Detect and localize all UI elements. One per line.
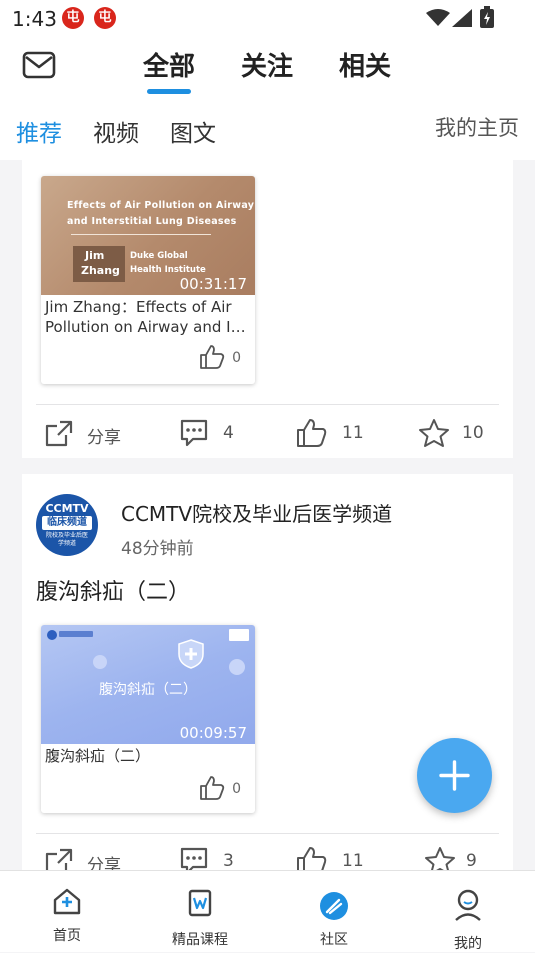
thumb-like-count: 0 xyxy=(232,350,241,366)
video-duration: 00:09:57 xyxy=(179,724,247,742)
nav-label: 社区 xyxy=(320,932,348,948)
speaker-name: Zhang xyxy=(81,264,120,277)
notification-app-icon: 屯 xyxy=(94,7,116,29)
like-count: 11 xyxy=(342,851,364,871)
divider xyxy=(36,404,499,405)
school-logo-icon xyxy=(47,630,57,640)
post-time: 48分钟前 xyxy=(121,539,194,559)
decor-bubble xyxy=(229,659,245,675)
community-icon xyxy=(320,892,348,920)
battery-icon xyxy=(480,6,494,28)
avatar-text: 院校及毕业后医学频道 xyxy=(45,532,88,547)
nav-community[interactable]: 社区 xyxy=(284,871,384,952)
like-icon[interactable] xyxy=(199,775,225,801)
thumb-like-count: 0 xyxy=(232,781,241,797)
video-title: 腹沟斜疝（二） xyxy=(45,747,151,765)
notification-app-icon: 屯 xyxy=(62,7,84,29)
profile-icon xyxy=(455,889,481,921)
video-thumbnail: 腹沟斜疝（二） 00:09:57 xyxy=(41,625,255,744)
nav-label: 首页 xyxy=(53,928,81,944)
tab-related[interactable]: 相关 xyxy=(339,46,391,83)
star-icon xyxy=(419,419,449,447)
slide-title-line: Effects of Air Pollution on Airway xyxy=(67,200,255,211)
create-post-button[interactable] xyxy=(417,738,492,813)
comment-count: 3 xyxy=(223,851,234,871)
top-header: 全部 关注 相关 推荐 视频 图文 我的主页 xyxy=(0,36,535,160)
share-icon xyxy=(45,420,73,447)
share-button[interactable]: 分享 xyxy=(44,418,154,448)
wifi-icon xyxy=(426,9,450,26)
favorite-count: 9 xyxy=(466,851,477,871)
my-homepage-link[interactable]: 我的主页 xyxy=(435,112,519,142)
institute-label: Health Institute xyxy=(130,265,206,275)
plus-icon xyxy=(439,760,470,791)
like-count: 11 xyxy=(342,423,364,443)
active-tab-indicator xyxy=(147,89,191,94)
status-bar: 1:43 屯 屯 xyxy=(0,0,535,36)
avatar[interactable]: CCMTV 临床频道 院校及毕业后医学频道 xyxy=(36,494,98,556)
slide-title: 腹沟斜疝（二） xyxy=(99,682,197,698)
tab-following[interactable]: 关注 xyxy=(241,46,293,83)
like-icon xyxy=(297,419,327,447)
share-label: 分享 xyxy=(87,428,121,448)
nav-label: 精品课程 xyxy=(172,932,228,948)
author-name[interactable]: CCMTV院校及毕业后医学频道 xyxy=(121,498,392,527)
nav-profile[interactable]: 我的 xyxy=(418,871,518,952)
medical-shield-icon xyxy=(178,639,204,669)
nav-label: 我的 xyxy=(454,936,482,952)
home-plus-icon xyxy=(53,888,81,915)
avatar-text: CCMTV xyxy=(45,502,89,515)
post-card: Effects of Air Pollution on Airway and I… xyxy=(22,160,513,458)
decor-bubble xyxy=(93,655,107,669)
video-duration: 00:31:17 xyxy=(179,275,247,293)
comment-button[interactable]: 4 xyxy=(179,418,249,448)
favorite-button[interactable]: 10 xyxy=(418,418,508,448)
signal-icon xyxy=(452,9,472,27)
subtab-video[interactable]: 视频 xyxy=(93,114,139,148)
tab-all[interactable]: 全部 xyxy=(143,46,195,83)
status-time: 1:43 xyxy=(12,7,57,31)
course-icon xyxy=(188,889,212,917)
favorite-count: 10 xyxy=(462,423,484,443)
like-button[interactable]: 11 xyxy=(296,418,376,448)
post-card: CCMTV 临床频道 院校及毕业后医学频道 CCMTV院校及毕业后医学频道 48… xyxy=(22,474,513,876)
comment-count: 4 xyxy=(223,423,234,443)
school-logo-text xyxy=(59,631,93,637)
post-title[interactable]: 腹沟斜疝（二） xyxy=(36,574,190,606)
slide-rule xyxy=(71,234,211,235)
comment-icon xyxy=(180,419,208,447)
subtab-article[interactable]: 图文 xyxy=(170,114,216,148)
speaker-name: Jim xyxy=(85,249,105,262)
video-title: Jim Zhang：Effects of Air xyxy=(45,298,232,316)
like-icon[interactable] xyxy=(199,344,225,370)
video-thumbnail-card[interactable]: Effects of Air Pollution on Airway and I… xyxy=(41,176,255,384)
ccmtv-logo-icon xyxy=(229,629,249,641)
mail-icon[interactable] xyxy=(22,51,56,79)
divider xyxy=(36,833,499,834)
slide-title-line: and Interstitial Lung Diseases xyxy=(67,216,237,227)
institute-label: Duke Global xyxy=(130,251,188,261)
subtab-recommend[interactable]: 推荐 xyxy=(16,114,62,148)
video-thumbnail-card[interactable]: 腹沟斜疝（二） 00:09:57 腹沟斜疝（二） 0 xyxy=(41,625,255,813)
video-thumbnail: Effects of Air Pollution on Airway and I… xyxy=(41,176,255,295)
nav-home[interactable]: 首页 xyxy=(17,871,117,952)
video-title: Pollution on Airway and Int… xyxy=(45,318,255,336)
avatar-text: 临床频道 xyxy=(42,516,92,530)
bottom-navigation: 首页 精品课程 社区 我的 xyxy=(0,870,535,952)
nav-courses[interactable]: 精品课程 xyxy=(150,871,250,952)
